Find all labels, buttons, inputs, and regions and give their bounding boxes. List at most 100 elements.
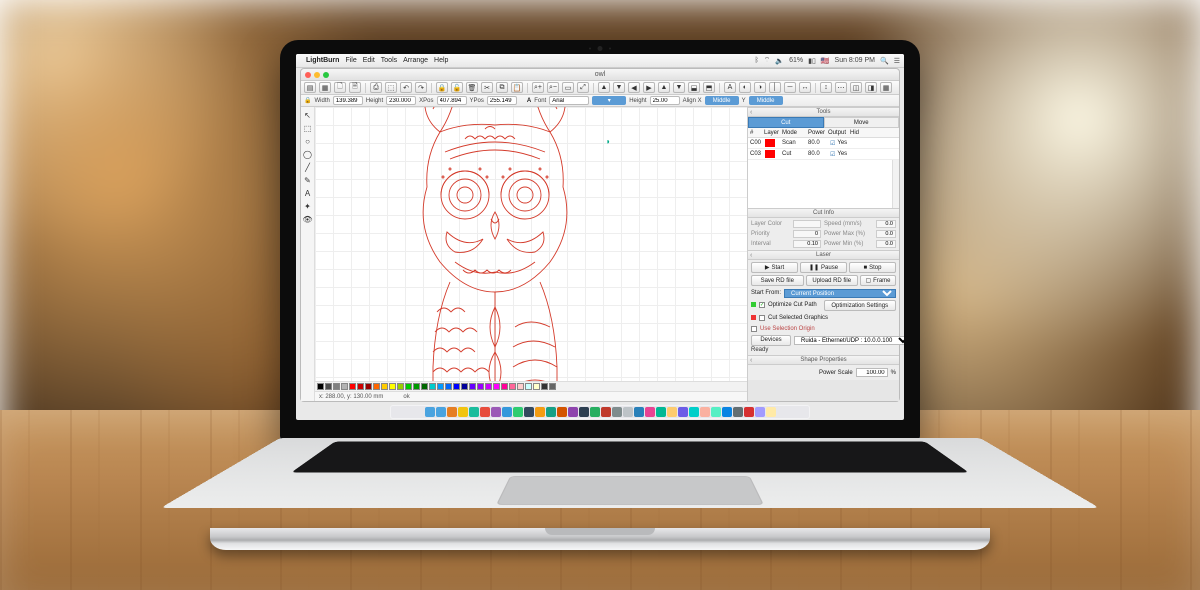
toolbar-button-31[interactable]: ↔ <box>799 82 811 93</box>
cut-selected-checkbox[interactable] <box>759 315 765 321</box>
swatch-5[interactable] <box>357 383 364 390</box>
height2-input[interactable] <box>650 96 680 105</box>
toolbar-button-16[interactable]: ▭ <box>562 82 574 93</box>
window-close-button[interactable] <box>305 72 311 78</box>
flag-icon[interactable]: 🇺🇸 <box>821 57 830 65</box>
dock-app-12[interactable] <box>557 407 567 417</box>
start-button[interactable]: ▶Start <box>751 262 798 273</box>
toolbar-button-22[interactable]: ▲ <box>658 82 670 93</box>
toolbar-button-5[interactable]: ⬚ <box>385 82 397 93</box>
dock-app-22[interactable] <box>667 407 677 417</box>
collapse-icon[interactable]: ‹ <box>750 357 752 364</box>
dock-app-5[interactable] <box>480 407 490 417</box>
swatch-10[interactable] <box>397 383 404 390</box>
swatch-4[interactable] <box>349 383 356 390</box>
toolbar-button-4[interactable]: ⎙ <box>370 82 382 93</box>
height-input[interactable] <box>386 96 416 105</box>
power-min-input[interactable] <box>876 240 896 248</box>
dock-app-25[interactable] <box>700 407 710 417</box>
toolbar-button-18[interactable]: ▲ <box>598 82 610 93</box>
toolbar-button-30[interactable]: ─ <box>784 82 796 93</box>
menu-edit[interactable]: Edit <box>363 57 375 64</box>
layer-scrollbar[interactable] <box>892 160 899 208</box>
toolbar-button-20[interactable]: ◀ <box>628 82 640 93</box>
ypos-input[interactable] <box>487 96 517 105</box>
dock-app-23[interactable] <box>678 407 688 417</box>
swatch-22[interactable] <box>493 383 500 390</box>
tool-4[interactable]: ╱ <box>303 162 313 172</box>
tool-1[interactable]: ⬚ <box>303 123 313 133</box>
swatch-27[interactable] <box>533 383 540 390</box>
dock-app-10[interactable] <box>535 407 545 417</box>
dock-app-14[interactable] <box>579 407 589 417</box>
alignx-select[interactable]: Middle <box>705 96 739 105</box>
toolbar-button-2[interactable]: 🗋 <box>334 82 346 93</box>
toolbar-button-11[interactable]: ✂ <box>481 82 493 93</box>
tool-6[interactable]: A <box>303 188 313 198</box>
menu-tools[interactable]: Tools <box>381 57 397 64</box>
canvas-artwork-owl[interactable] <box>355 107 635 381</box>
toolbar-button-6[interactable]: ↶ <box>400 82 412 93</box>
dock-app-29[interactable] <box>744 407 754 417</box>
dock-app-17[interactable] <box>612 407 622 417</box>
start-from-select[interactable]: Current Position <box>784 289 896 298</box>
dock-app-2[interactable] <box>447 407 457 417</box>
toolbar-button-23[interactable]: ▼ <box>673 82 685 93</box>
dock-app-30[interactable] <box>755 407 765 417</box>
swatch-14[interactable] <box>429 383 436 390</box>
dock-app-31[interactable] <box>766 407 776 417</box>
swatch-2[interactable] <box>333 383 340 390</box>
layer-row[interactable]: C00Scan80.0☑ Yes <box>748 138 899 149</box>
dock-app-8[interactable] <box>513 407 523 417</box>
canvas[interactable]: ◑ <box>315 107 747 381</box>
dock-app-1[interactable] <box>436 407 446 417</box>
spotlight-icon[interactable]: 🔍 <box>880 57 889 65</box>
menu-file[interactable]: File <box>345 57 356 64</box>
upload-rd-button[interactable]: Upload RD file <box>806 275 859 286</box>
swatch-19[interactable] <box>469 383 476 390</box>
toolbar-button-3[interactable]: 🗎 <box>349 82 361 93</box>
toolbar-button-27[interactable]: ◐ <box>739 82 751 93</box>
dock-app-28[interactable] <box>733 407 743 417</box>
frame-button[interactable]: ▢Frame <box>860 275 896 286</box>
layer-color-input[interactable] <box>793 220 821 228</box>
swatch-3[interactable] <box>341 383 348 390</box>
toolbar-button-7[interactable]: ↷ <box>415 82 427 93</box>
dock-app-9[interactable] <box>524 407 534 417</box>
power-max-input[interactable] <box>876 230 896 238</box>
dock-app-24[interactable] <box>689 407 699 417</box>
layer-row[interactable]: C03Cut80.0☑ Yes <box>748 149 899 160</box>
swatch-21[interactable] <box>485 383 492 390</box>
lock-icon[interactable]: 🔒 <box>304 97 311 104</box>
tool-2[interactable]: ○ <box>303 136 313 146</box>
tool-7[interactable]: ✦ <box>303 201 313 211</box>
collapse-icon[interactable]: ‹ <box>750 109 752 116</box>
toolbar-button-33[interactable]: ⋯ <box>835 82 847 93</box>
dock-app-27[interactable] <box>722 407 732 417</box>
tool-0[interactable]: ↖ <box>303 110 313 120</box>
swatch-26[interactable] <box>525 383 532 390</box>
toolbar-button-21[interactable]: ▶ <box>643 82 655 93</box>
width-input[interactable] <box>333 96 363 105</box>
toolbar-button-25[interactable]: ⬒ <box>703 82 715 93</box>
swatch-24[interactable] <box>509 383 516 390</box>
swatch-15[interactable] <box>437 383 444 390</box>
menu-help[interactable]: Help <box>434 57 448 64</box>
font-dropdown-icon[interactable]: ▾ <box>592 96 626 105</box>
notification-icon[interactable]: ☰ <box>894 57 900 65</box>
dock-app-3[interactable] <box>458 407 468 417</box>
collapse-icon[interactable]: ‹ <box>750 252 752 259</box>
stop-button[interactable]: ■Stop <box>849 262 896 273</box>
toolbar-button-32[interactable]: ↕ <box>820 82 832 93</box>
menu-arrange[interactable]: Arrange <box>403 57 428 64</box>
dock-app-11[interactable] <box>546 407 556 417</box>
dock-app-18[interactable] <box>623 407 633 417</box>
swatch-13[interactable] <box>421 383 428 390</box>
dock-app-0[interactable] <box>425 407 435 417</box>
tool-3[interactable]: ◯ <box>303 149 313 159</box>
dock-app-6[interactable] <box>491 407 501 417</box>
save-rd-button[interactable]: Save RD file <box>751 275 804 286</box>
toolbar-button-35[interactable]: ◨ <box>865 82 877 93</box>
toolbar-button-13[interactable]: 📋 <box>511 82 523 93</box>
pause-button[interactable]: ❚❚Pause <box>800 262 847 273</box>
